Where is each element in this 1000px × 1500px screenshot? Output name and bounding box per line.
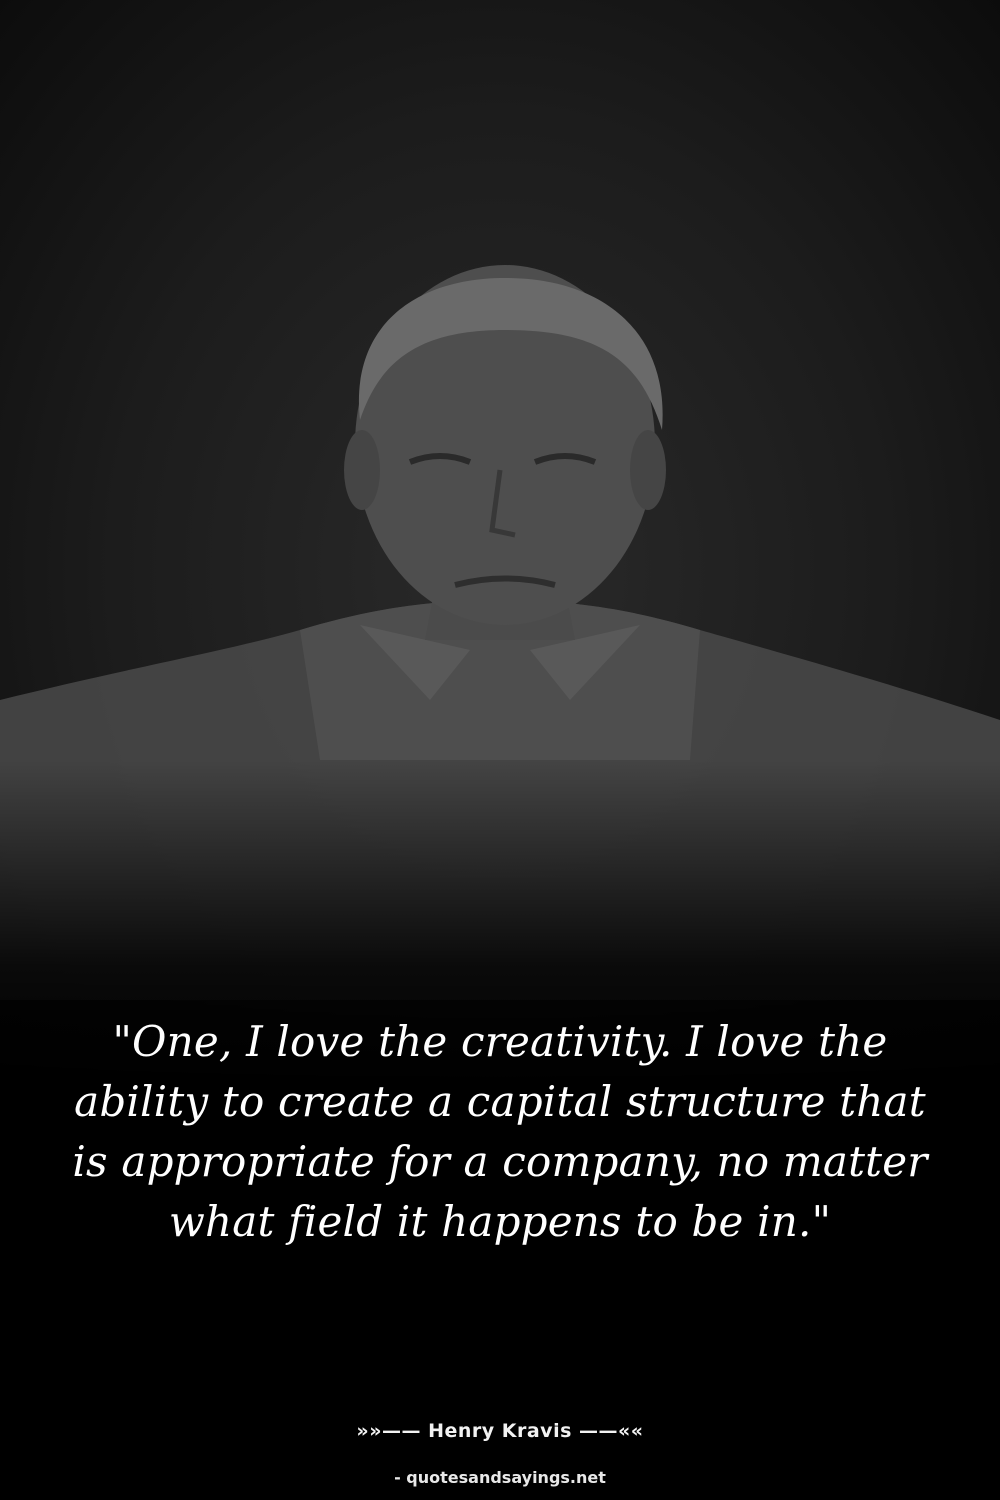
- quote-card: "One, I love the creativity. I love the …: [0, 0, 1000, 1500]
- source-watermark: - quotesandsayings.net: [394, 1468, 606, 1487]
- author-name: »»—— Henry Kravis ——««: [356, 1420, 644, 1442]
- quote-text: "One, I love the creativity. I love the …: [72, 1017, 928, 1246]
